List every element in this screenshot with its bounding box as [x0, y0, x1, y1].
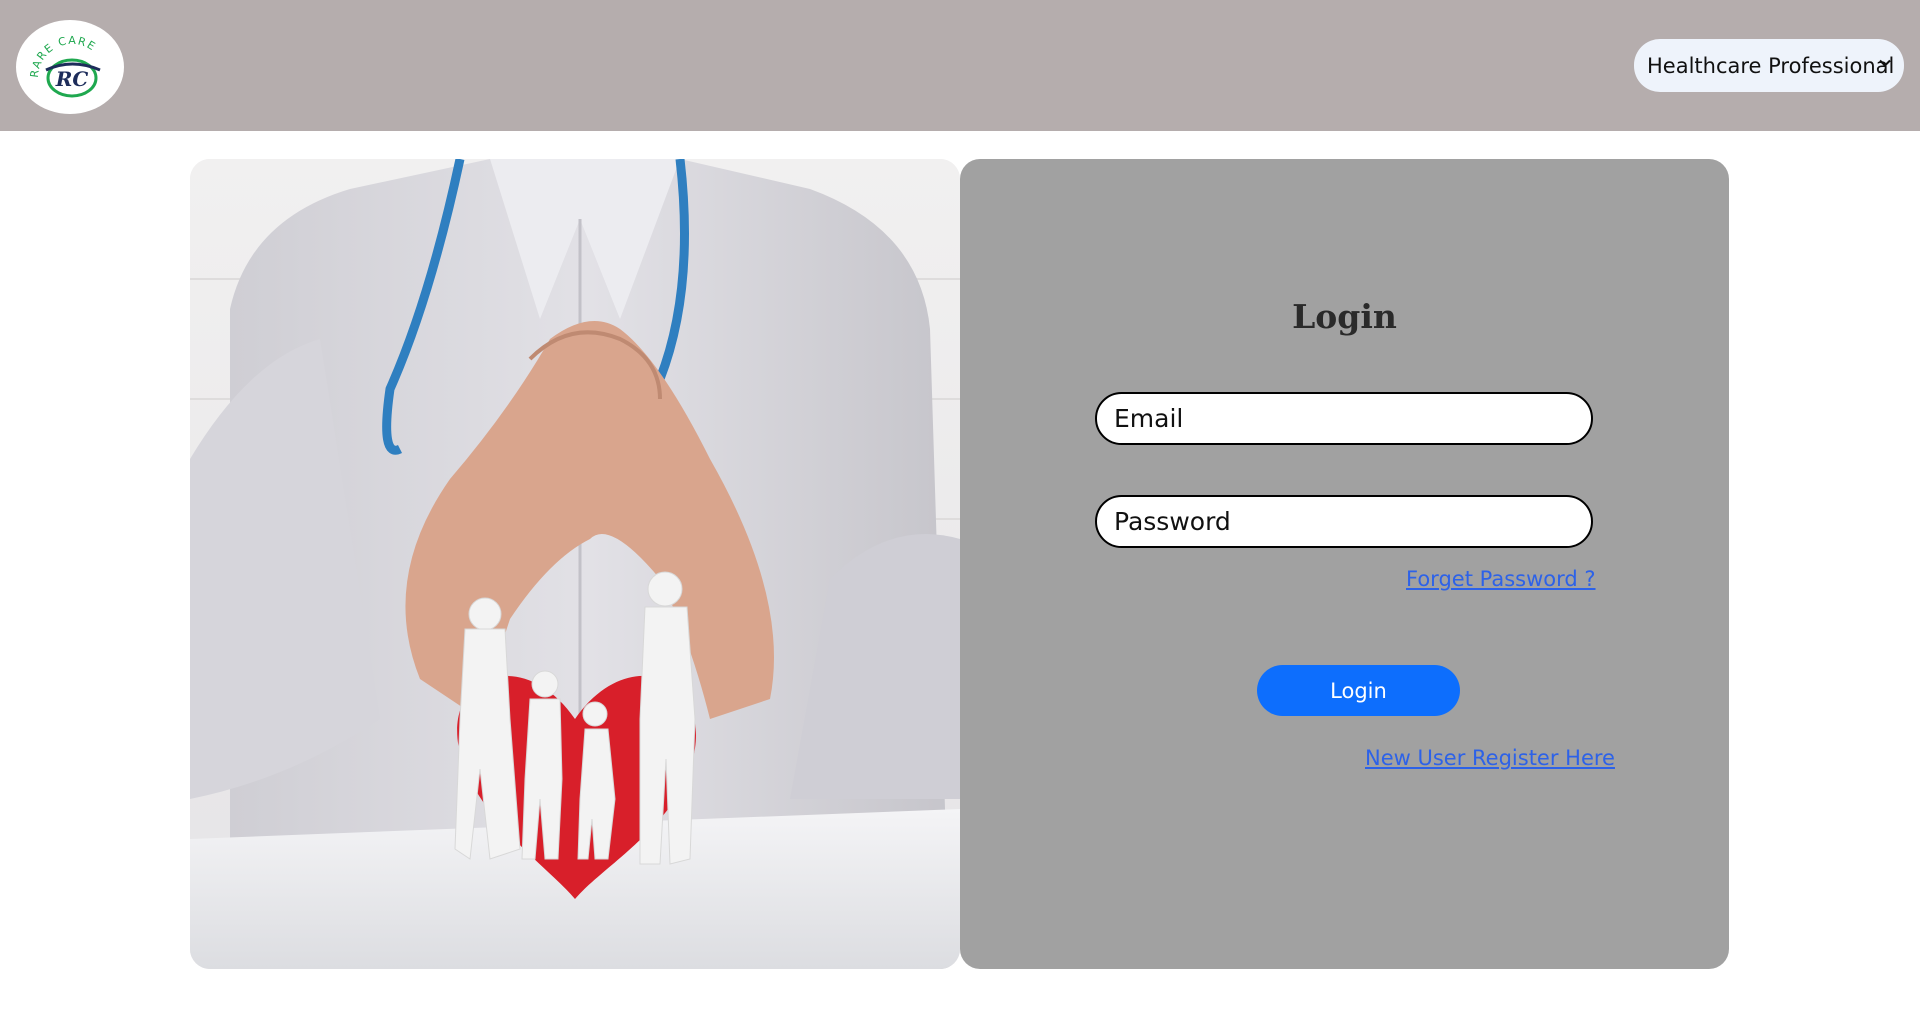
role-select-value: Healthcare Professional: [1647, 53, 1895, 78]
login-panel: Login Email Password Forget Password ? L…: [960, 159, 1729, 969]
forgot-password-link[interactable]: Forget Password ?: [1406, 567, 1596, 591]
chevron-down-icon: [1879, 59, 1891, 67]
email-field[interactable]: Email: [1095, 392, 1593, 445]
register-link[interactable]: New User Register Here: [1365, 746, 1615, 770]
logo-monogram: RC: [55, 67, 89, 91]
top-navbar: RARE CARE RC Healthcare Professional: [0, 0, 1920, 131]
doctor-family-illustration: [190, 159, 960, 969]
email-placeholder: Email: [1114, 404, 1184, 433]
login-title: Login: [1292, 297, 1397, 336]
role-select[interactable]: Healthcare Professional: [1634, 39, 1904, 92]
login-button[interactable]: Login: [1257, 665, 1460, 716]
rare-care-logo[interactable]: RARE CARE RC: [16, 20, 124, 114]
logo-mark-icon: RARE CARE RC: [28, 34, 101, 98]
password-field[interactable]: Password: [1095, 495, 1593, 548]
password-placeholder: Password: [1114, 507, 1231, 536]
hero-image: [190, 159, 960, 969]
